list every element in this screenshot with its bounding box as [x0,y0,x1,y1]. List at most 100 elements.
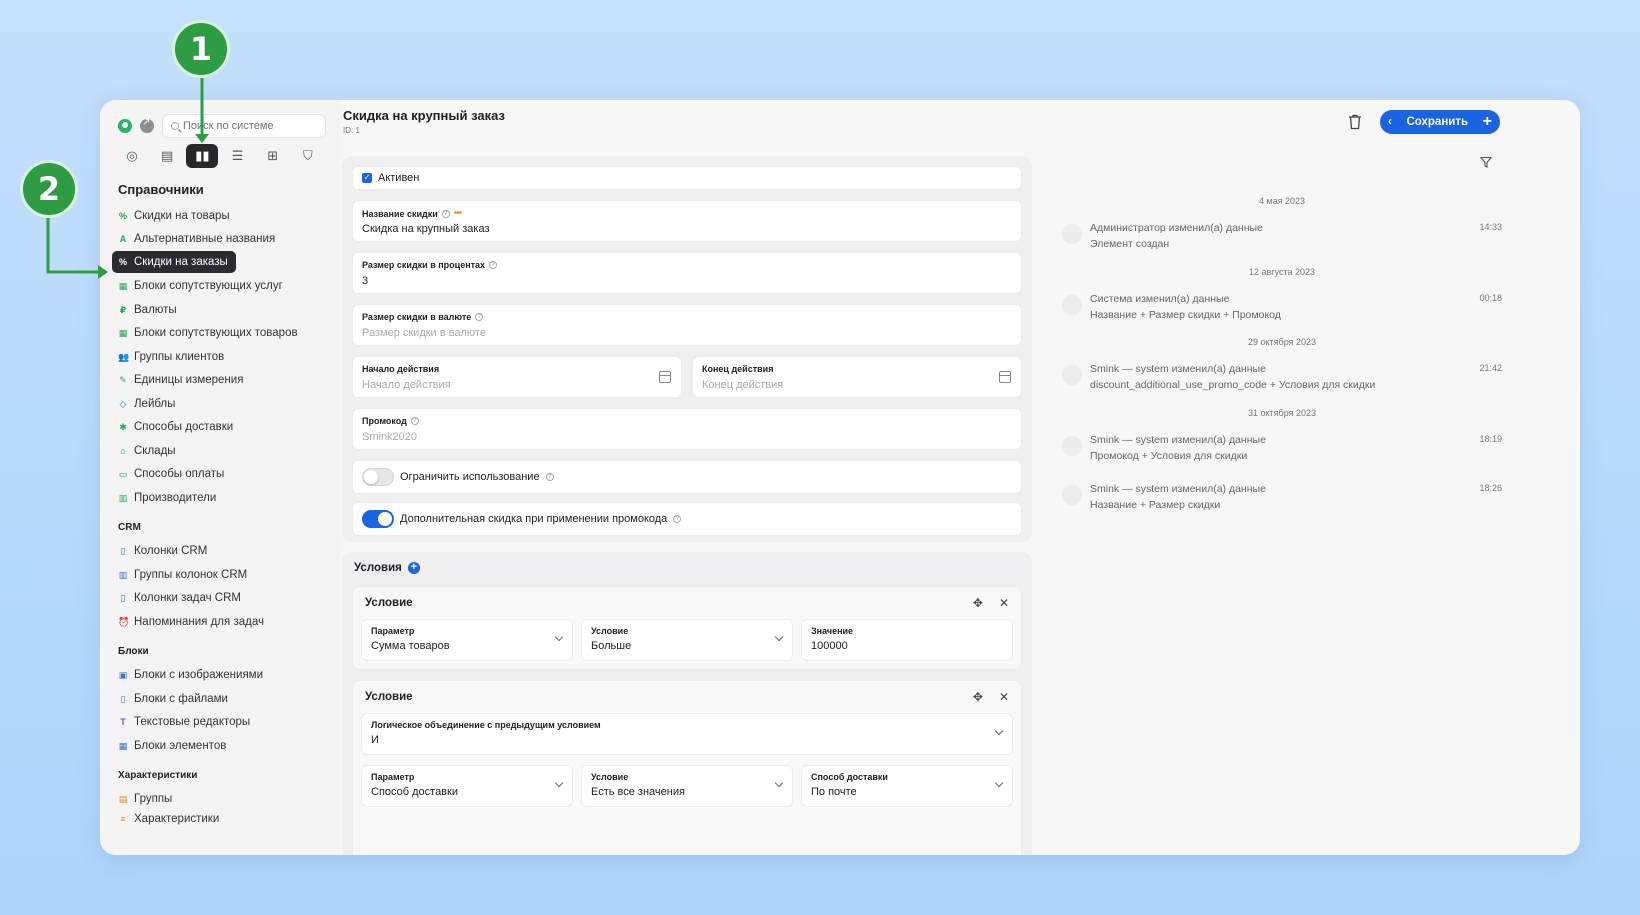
value-input[interactable]: Значение 100000 [801,619,1013,661]
end-placeholder[interactable]: Конец действия [702,379,783,391]
columns-icon: ▥ [118,569,128,580]
tab-dashboard-icon[interactable]: ◎ [116,144,148,168]
sidebar-item-order-discounts[interactable]: % Скидки на заказы [112,251,236,273]
name-value[interactable]: Скидка на крупный заказ [362,223,490,235]
extra-label: Дополнительная скидка при применении про… [400,513,668,525]
history-date: 29 октября 2023 [1247,337,1316,347]
sidebar-item-units[interactable]: ✎ Единицы измерения [112,369,251,391]
sidebar-item-currencies[interactable]: ₽ Валюты [112,299,185,321]
active-checkbox-row[interactable]: ✓ Активен [352,166,1022,190]
trash-icon[interactable] [1348,114,1362,130]
filter-icon[interactable] [1480,156,1492,168]
sidebar-item-product-blocks[interactable]: ▦ Блоки сопутствующих товаров [112,322,306,344]
param-select[interactable]: Параметр Сумма товаров [361,619,573,661]
user-status-icon[interactable] [118,119,132,133]
help-icon[interactable]: ? [410,417,419,425]
extra-discount-toggle[interactable] [362,510,394,528]
active-checkbox[interactable]: ✓ [362,173,372,183]
percent-value[interactable]: 3 [362,275,368,287]
tab-settings-sliders-icon[interactable]: ☰ [222,144,254,168]
help-icon[interactable]: ? [489,261,498,269]
sidebar-item-labels[interactable]: ◇ Лейблы [112,393,183,415]
logic-select[interactable]: Логическое объединение с предыдущим усло… [361,713,1013,755]
limit-usage-toggle[interactable] [362,468,394,486]
save-button[interactable]: ‹ Сохранить + [1380,110,1500,134]
condition-value: Больше [591,640,632,652]
history-date: 12 августа 2023 [1248,267,1316,277]
sidebar-item-image-blocks[interactable]: ▣ Блоки с изображениями [112,664,271,686]
search-input[interactable] [183,120,313,132]
tab-references-icon[interactable]: ▮▮ [186,144,219,168]
sidebar-item-alt-names[interactable]: A Альтернативные названия [112,228,283,250]
tab-store-icon[interactable]: ▤ [151,144,183,168]
sidebar-item-product-discounts[interactable]: % Скидки на товары [112,205,238,227]
section-tabs: ◎ ▤ ▮▮ ☰ ⊞ ⛉ [112,144,328,172]
help-icon[interactable]: ? [475,313,484,321]
sidebar-item-crm-task-columns[interactable]: ▯ Колонки задач CRM [112,587,249,609]
calendar-icon[interactable] [659,371,671,383]
name-field[interactable]: Название скидки? ••• Скидка на крупный за… [352,200,1022,242]
promo-placeholder[interactable]: Smink2020 [362,431,417,443]
close-icon[interactable]: ✕ [999,690,1009,704]
sidebar-item-characteristics[interactable]: ≡ Характеристики [112,812,227,826]
promo-field[interactable]: Промокод? Smink2020 [352,408,1022,450]
history-entry-detail: Элемент создан [1090,238,1170,250]
sidebar-item-service-blocks[interactable]: ▦ Блоки сопутствующих услуг [112,275,291,297]
sidebar-item-element-blocks[interactable]: ▦ Блоки элементов [112,735,234,757]
move-icon[interactable]: ✥ [973,690,983,704]
condition-select[interactable]: Условие Есть все значения [581,765,793,807]
conditions-title-text: Условия [354,562,402,574]
param-label: Параметр [371,772,415,782]
promo-label: Промокод [362,416,407,426]
sidebar-item-task-reminders[interactable]: ⏰ Напоминания для задач [112,611,272,633]
currency-placeholder[interactable]: Размер скидки в валюте [362,327,486,339]
history-entry: Система изменил(а) данные Название + Раз… [1062,293,1502,325]
more-icon[interactable]: ••• [454,208,462,219]
sidebar-item-file-blocks[interactable]: ▯ Блоки с файлами [112,688,236,710]
plus-icon: + [1482,113,1492,130]
tab-brush-icon[interactable]: ⛉ [292,144,324,168]
sidebar-item-payments[interactable]: ▭ Способы оплаты [112,463,232,485]
sidebar-item-label: Колонки CRM [134,545,208,557]
help-icon[interactable]: ? [441,209,450,218]
sidebar-item-delivery[interactable]: ✱ Способы доставки [112,416,241,438]
sidebar-item-groups[interactable]: ▤ Группы [112,788,180,810]
percent-field[interactable]: Размер скидки в процентах? 3 [352,252,1022,294]
history-entry-time: 14:33 [1479,222,1502,232]
sidebar-item-label: Текстовые редакторы [134,716,251,728]
end-date-field[interactable]: Конец действия Конец действия [692,356,1022,398]
param-select[interactable]: Параметр Способ доставки [361,765,573,807]
chevron-down-icon [994,726,1004,736]
history-entry-time: 00:18 [1479,293,1502,303]
currency-field[interactable]: Размер скидки в валюте? Размер скидки в … [352,304,1022,346]
tab-add-icon[interactable]: ⊞ [257,144,289,168]
calendar-icon[interactable] [999,371,1011,383]
sidebar-heading: Справочники [118,182,204,197]
external-link-icon[interactable] [140,117,154,133]
sidebar-item-warehouses[interactable]: ⌂ Склады [112,440,184,462]
close-icon[interactable]: ✕ [999,596,1009,610]
start-date-field[interactable]: Начало действия Начало действия [352,356,682,398]
sidebar-item-label: Производители [134,492,217,504]
sidebar-section-characteristics: Характеристики [118,770,198,781]
move-icon[interactable]: ✥ [973,596,983,610]
page-title: Скидка на крупный заказ [343,108,505,123]
help-icon[interactable]: ? [673,515,682,523]
history-entry-actor: Smink — system изменил(а) данные [1090,434,1266,446]
add-condition-icon[interactable]: + [407,562,420,574]
sidebar-item-crm-column-groups[interactable]: ▥ Группы колонок CRM [112,564,255,586]
search-box[interactable] [162,114,326,138]
sidebar-item-client-groups[interactable]: 👥 Группы клиентов [112,346,232,368]
help-icon[interactable]: ? [545,473,554,481]
delivery-select[interactable]: Способ доставки По почте [801,765,1013,807]
text-icon: T [120,717,126,727]
value-value[interactable]: 100000 [811,640,848,652]
sidebar-item-crm-columns[interactable]: ▯ Колонки CRM [112,540,215,562]
sidebar-item-manufacturers[interactable]: ▥ Производители [112,487,224,509]
percent-icon: % [118,257,127,267]
sidebar-item-text-editors[interactable]: T Текстовые редакторы [112,711,258,733]
delivery-value: По почте [811,786,857,798]
history-entry-time: 18:26 [1479,483,1502,493]
start-placeholder[interactable]: Начало действия [362,379,451,391]
condition-select[interactable]: Условие Больше [581,619,793,661]
